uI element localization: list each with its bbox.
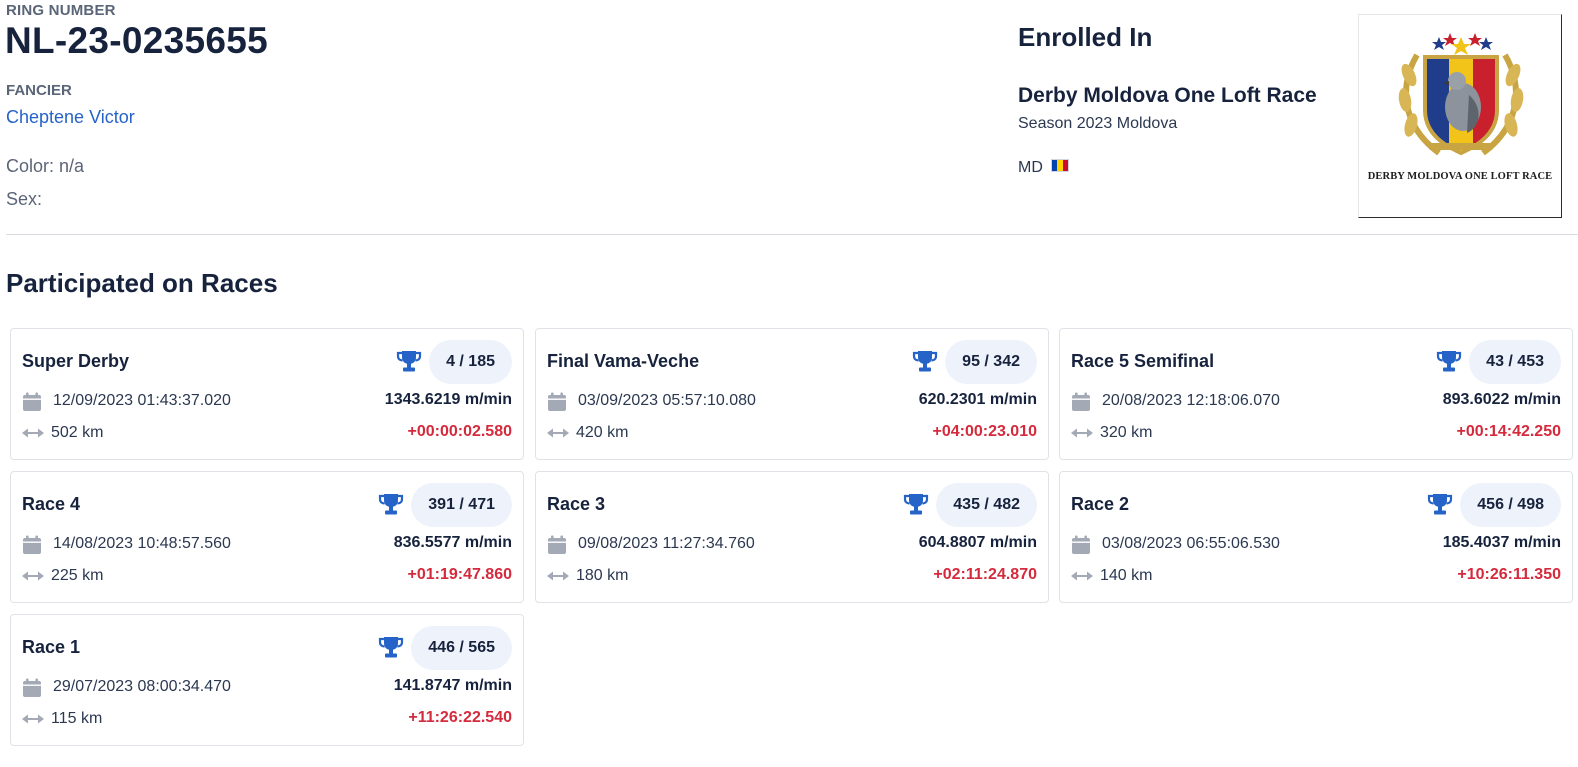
enrolled-race-name: Derby Moldova One Loft Race <box>1018 84 1317 107</box>
distance-arrows-icon <box>22 428 44 438</box>
logo-caption: DERBY MOLDOVA ONE LOFT RACE <box>1367 171 1553 182</box>
race-card[interactable]: Race 4 391 / 471 14/08/2023 10:48:57.560… <box>10 471 524 603</box>
race-card-name: Super Derby <box>22 351 130 371</box>
rank-badge: 391 / 471 <box>411 483 512 527</box>
race-card[interactable]: Race 5 Semifinal 43 / 453 20/08/2023 12:… <box>1059 328 1573 460</box>
enrolled-in-title: Enrolled In <box>1018 22 1153 52</box>
distance-arrows-icon <box>547 571 569 581</box>
rank-badge: 456 / 498 <box>1460 483 1561 527</box>
sex-info: Sex: <box>6 189 43 209</box>
trophy-icon <box>378 494 404 515</box>
calendar-icon <box>23 392 41 411</box>
country-code: MD <box>1018 159 1043 176</box>
calendar-icon <box>23 678 41 697</box>
race-speed: 620.2301 m/min <box>918 391 1037 408</box>
moldova-flag-icon <box>1050 158 1069 172</box>
race-distance: 420 km <box>576 424 629 441</box>
race-speed: 141.8747 m/min <box>393 677 512 694</box>
distance-arrows-icon <box>1071 428 1093 438</box>
race-card[interactable]: Race 2 456 / 498 03/08/2023 06:55:06.530… <box>1059 471 1573 603</box>
distance-arrows-icon <box>547 428 569 438</box>
race-date: 14/08/2023 10:48:57.560 <box>53 535 231 552</box>
race-card-name: Race 4 <box>22 494 81 514</box>
race-delay: +04:00:23.010 <box>932 423 1037 440</box>
calendar-icon <box>548 392 566 411</box>
race-card-name: Race 1 <box>22 637 81 657</box>
calendar-icon <box>548 535 566 554</box>
race-delay: +00:14:42.250 <box>1456 423 1561 440</box>
race-logo: DERBY MOLDOVA ONE LOFT RACE <box>1358 14 1562 218</box>
distance-arrows-icon <box>22 571 44 581</box>
race-card[interactable]: Race 3 435 / 482 09/08/2023 11:27:34.760… <box>535 471 1049 603</box>
race-date: 12/09/2023 01:43:37.020 <box>53 392 231 409</box>
race-speed: 893.6022 m/min <box>1442 391 1561 408</box>
trophy-icon <box>912 351 938 372</box>
enrolled-country: MD <box>1018 158 1069 177</box>
race-speed: 604.8807 m/min <box>918 534 1037 551</box>
race-card[interactable]: Super Derby 4 / 185 12/09/2023 01:43:37.… <box>10 328 524 460</box>
race-card[interactable]: Race 1 446 / 565 29/07/2023 08:00:34.470… <box>10 614 524 746</box>
race-delay: +00:00:02.580 <box>407 423 512 440</box>
race-delay: +02:11:24.870 <box>933 566 1037 583</box>
ring-number: NL-23-0235655 <box>5 20 269 61</box>
race-date: 09/08/2023 11:27:34.760 <box>578 535 755 552</box>
race-date: 03/08/2023 06:55:06.530 <box>1102 535 1280 552</box>
race-card-name: Race 5 Semifinal <box>1071 351 1215 371</box>
rank-badge: 446 / 565 <box>411 626 512 670</box>
race-date: 29/07/2023 08:00:34.470 <box>53 678 231 695</box>
race-delay: +11:26:22.540 <box>408 709 512 726</box>
race-date: 03/09/2023 05:57:10.080 <box>578 392 756 409</box>
calendar-icon <box>1072 535 1090 554</box>
race-distance: 320 km <box>1100 424 1153 441</box>
trophy-icon <box>1436 351 1462 372</box>
trophy-icon <box>903 494 929 515</box>
fancier-name-link[interactable]: Cheptene Victor <box>6 107 135 128</box>
race-card-name: Race 3 <box>547 494 606 514</box>
race-distance: 140 km <box>1100 567 1153 584</box>
race-delay: +01:19:47.860 <box>407 566 512 583</box>
section-divider <box>6 234 1578 235</box>
trophy-icon <box>396 351 422 372</box>
race-distance: 502 km <box>51 424 104 441</box>
distance-arrows-icon <box>22 714 44 724</box>
races-section-title: Participated on Races <box>6 268 278 298</box>
enrolled-season: Season 2023 Moldova <box>1018 115 1178 132</box>
race-distance: 180 km <box>576 567 629 584</box>
rank-badge: 4 / 185 <box>429 340 512 384</box>
race-speed: 185.4037 m/min <box>1442 534 1561 551</box>
trophy-icon <box>1427 494 1453 515</box>
rank-badge: 435 / 482 <box>936 483 1037 527</box>
calendar-icon <box>1072 392 1090 411</box>
race-speed: 836.5577 m/min <box>393 534 512 551</box>
race-distance: 115 km <box>51 710 103 727</box>
rank-badge: 43 / 453 <box>1469 340 1561 384</box>
race-delay: +10:26:11.350 <box>1457 566 1561 583</box>
color-info: Color: n/a <box>6 156 85 176</box>
calendar-icon <box>23 535 41 554</box>
ring-number-label: RING NUMBER <box>6 2 116 19</box>
race-card-name: Final Vama-Veche <box>547 351 700 371</box>
race-speed: 1343.6219 m/min <box>384 391 512 408</box>
trophy-icon <box>378 637 404 658</box>
derby-crest-icon <box>1398 33 1524 156</box>
distance-arrows-icon <box>1071 571 1093 581</box>
race-distance: 225 km <box>51 567 104 584</box>
rank-badge: 95 / 342 <box>945 340 1037 384</box>
race-card-name: Race 2 <box>1071 494 1130 514</box>
fancier-label: FANCIER <box>6 82 72 99</box>
race-card[interactable]: Final Vama-Veche 95 / 342 03/09/2023 05:… <box>535 328 1049 460</box>
race-date: 20/08/2023 12:18:06.070 <box>1102 392 1280 409</box>
